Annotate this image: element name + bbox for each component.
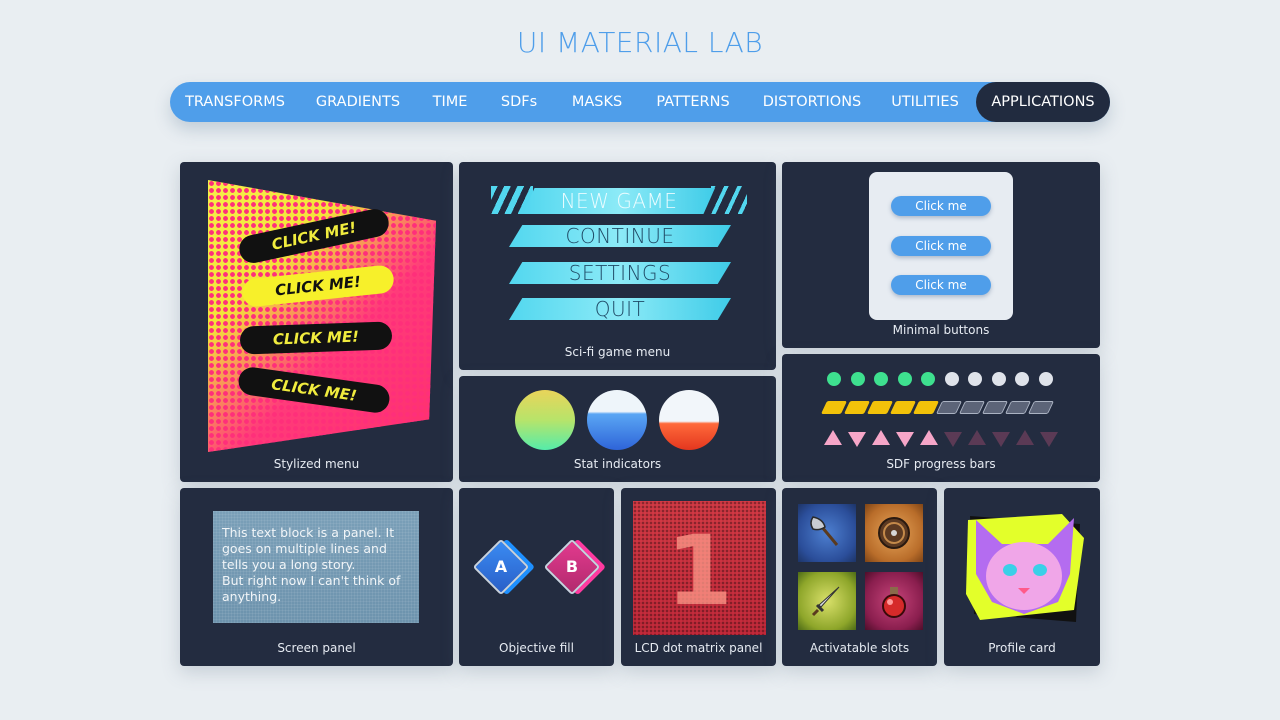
quit-button[interactable]: QUIT	[509, 298, 731, 320]
progress-dot	[921, 372, 935, 386]
card-label: Minimal buttons	[892, 323, 990, 337]
screen-text-panel: This text block is a panel. It goes on m…	[213, 511, 419, 623]
screen-panel-card: This text block is a panel. It goes on m…	[180, 488, 453, 666]
category-nav: TRANSFORMS GRADIENTS TIME SDFs MASKS PAT…	[170, 82, 1110, 122]
progress-segment	[1027, 401, 1055, 414]
progress-triangle	[920, 430, 938, 445]
progress-dot	[898, 372, 912, 386]
axe-icon	[798, 504, 856, 562]
card-label: Sci-fi game menu	[564, 345, 671, 359]
objective-a: A	[472, 538, 530, 596]
stat-orb-mana	[587, 390, 647, 450]
slot-shield[interactable]	[865, 504, 923, 562]
progress-dot	[968, 372, 982, 386]
card-label: Stat indicators	[573, 457, 662, 471]
progress-dot	[1015, 372, 1029, 386]
progress-triangle	[992, 432, 1010, 447]
activatable-slots-card: Activatable slots	[782, 488, 937, 666]
objective-fill-card: A B Objective fill	[459, 488, 614, 666]
progress-segment	[958, 401, 986, 414]
tab-utilities[interactable]: UTILITIES	[884, 82, 966, 122]
click-me-button-1[interactable]: Click me	[891, 196, 991, 216]
minimal-buttons-card: Click me Click me Click me Minimal butto…	[782, 162, 1100, 348]
click-me-button-2[interactable]: Click me	[891, 236, 991, 256]
stat-orb-rage	[659, 390, 719, 450]
progress-triangle	[824, 430, 842, 445]
sdf-progress-card: SDF progress bars	[782, 354, 1100, 482]
minimal-buttons-panel: Click me Click me Click me	[869, 172, 1013, 320]
progress-triangle	[968, 430, 986, 445]
comic-click-button-3[interactable]: CLICK ME!	[239, 321, 393, 355]
progress-dot	[945, 372, 959, 386]
slot-dagger[interactable]	[798, 572, 856, 630]
profile-card: Profile card	[944, 488, 1100, 666]
progress-segment	[866, 401, 894, 414]
card-label: Profile card	[988, 641, 1056, 655]
tab-gradients[interactable]: GRADIENTS	[308, 82, 408, 122]
progress-dot	[1039, 372, 1053, 386]
progress-triangle	[896, 432, 914, 447]
potion-icon	[865, 572, 923, 630]
slot-axe[interactable]	[798, 504, 856, 562]
tab-patterns[interactable]: PATTERNS	[648, 82, 738, 122]
progress-segment	[820, 401, 848, 414]
stylized-menu-card: CLICK ME! CLICK ME! CLICK ME! CLICK ME! …	[180, 162, 453, 482]
lcd-screen: 1	[633, 501, 766, 635]
card-label: SDF progress bars	[886, 457, 996, 471]
cat-avatar	[966, 514, 1084, 622]
progress-segment	[889, 401, 917, 414]
progress-segment	[981, 401, 1009, 414]
progress-dot	[992, 372, 1006, 386]
tab-applications[interactable]: APPLICATIONS	[976, 82, 1110, 122]
stat-indicators-card: Stat indicators	[459, 376, 776, 482]
dagger-icon	[798, 572, 856, 630]
progress-dot	[827, 372, 841, 386]
progress-triangle	[872, 430, 890, 445]
lcd-panel-card: 1 LCD dot matrix panel	[621, 488, 776, 666]
tab-masks[interactable]: MASKS	[562, 82, 632, 122]
tab-distortions[interactable]: DISTORTIONS	[754, 82, 870, 122]
card-label: LCD dot matrix panel	[634, 641, 763, 655]
progress-triangle	[848, 432, 866, 447]
lcd-digit: 1	[666, 515, 733, 627]
stat-orb-health	[515, 390, 575, 450]
tab-sdfs[interactable]: SDFs	[492, 82, 546, 122]
profile-frame	[966, 514, 1084, 624]
progress-segment	[912, 401, 940, 414]
page-title: UI MATERIAL LAB	[516, 26, 764, 59]
slot-potion[interactable]	[865, 572, 923, 630]
settings-button[interactable]: SETTINGS	[509, 262, 731, 284]
click-me-button-3[interactable]: Click me	[891, 275, 991, 295]
card-label: Screen panel	[277, 641, 356, 655]
card-label: Stylized menu	[273, 457, 360, 471]
card-label: Objective fill	[499, 641, 574, 655]
objective-b: B	[543, 538, 601, 596]
progress-triangle	[944, 432, 962, 447]
scifi-menu-card: NEW GAME CONTINUE SETTINGS QUIT Sci-fi g…	[459, 162, 776, 370]
screen-text-line-1: This text block is a panel. It goes on m…	[222, 525, 395, 572]
objective-letter-b: B	[565, 557, 579, 576]
tab-transforms[interactable]: TRANSFORMS	[178, 82, 292, 122]
progress-segment	[843, 401, 871, 414]
shield-icon	[865, 504, 923, 562]
tab-time[interactable]: TIME	[424, 82, 476, 122]
continue-button[interactable]: CONTINUE	[509, 225, 731, 247]
progress-segment	[1004, 401, 1032, 414]
card-label: Activatable slots	[809, 641, 910, 655]
progress-dot	[874, 372, 888, 386]
new-game-button[interactable]: NEW GAME	[523, 188, 715, 214]
scifi-accent-stripes-right	[711, 186, 747, 214]
objective-letter-a: A	[494, 557, 508, 576]
progress-triangle	[1016, 430, 1034, 445]
progress-dot	[851, 372, 865, 386]
screen-text-line-2: But right now I can't think of anything.	[222, 573, 401, 604]
progress-segment	[935, 401, 963, 414]
progress-triangle	[1040, 432, 1058, 447]
